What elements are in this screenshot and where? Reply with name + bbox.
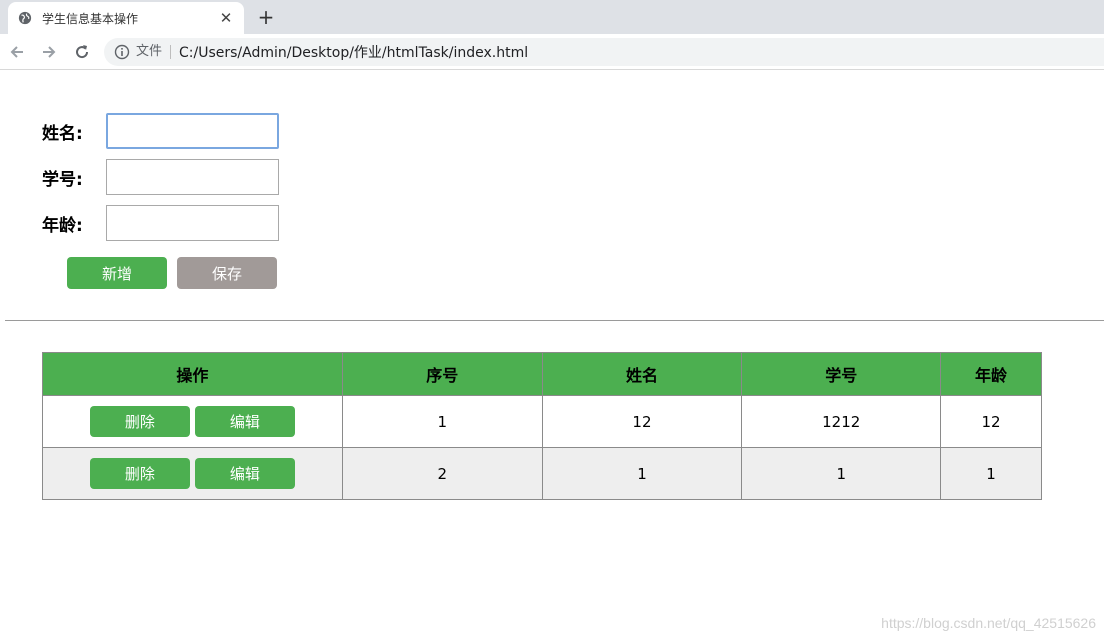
name-label: 姓名: xyxy=(42,123,83,144)
age-input[interactable] xyxy=(106,205,279,241)
table-row: 删除 编辑 1 12 1212 12 xyxy=(42,395,1042,448)
page-content: 姓名: 学号: 年龄: 新增 保存 操作 序号 姓名 学号 年龄 删除 编辑 1… xyxy=(0,71,1104,639)
student-id-label: 学号: xyxy=(42,169,83,190)
delete-button[interactable]: 删除 xyxy=(89,458,190,489)
add-button[interactable]: 新增 xyxy=(67,257,167,289)
arrow-left-icon xyxy=(10,46,23,58)
actions-cell: 删除 编辑 xyxy=(42,447,343,500)
index-cell: 1 xyxy=(341,395,543,448)
delete-button[interactable]: 删除 xyxy=(89,406,190,437)
name-cell: 1 xyxy=(541,447,743,500)
address-url[interactable]: C:/Users/Admin/Desktop/作业/htmlTask/index… xyxy=(179,42,528,62)
address-scheme: 文件 xyxy=(136,45,172,59)
header-student-id: 学号 xyxy=(741,352,942,396)
age-row: 年龄: xyxy=(42,205,279,241)
close-tab-icon[interactable]: ✕ xyxy=(218,10,234,26)
arrow-right-icon xyxy=(43,46,56,58)
name-cell: 12 xyxy=(541,395,743,448)
student-id-row: 学号: xyxy=(42,159,279,195)
forward-button[interactable] xyxy=(38,41,60,63)
table-row: 删除 编辑 2 1 1 1 xyxy=(42,447,1042,500)
address-bar[interactable]: 文件 C:/Users/Admin/Desktop/作业/htmlTask/in… xyxy=(104,38,1104,66)
edit-button[interactable]: 编辑 xyxy=(194,458,295,489)
age-cell: 1 xyxy=(940,447,1042,500)
reload-button[interactable] xyxy=(71,41,93,63)
browser-toolbar: 文件 C:/Users/Admin/Desktop/作业/htmlTask/in… xyxy=(0,34,1104,70)
student-id-cell: 1212 xyxy=(741,395,942,448)
age-label: 年龄: xyxy=(42,215,83,236)
info-icon[interactable] xyxy=(114,44,130,60)
name-row: 姓名: xyxy=(42,113,279,149)
tab-title: 学生信息基本操作 xyxy=(42,11,139,26)
header-actions: 操作 xyxy=(42,352,343,396)
student-id-cell: 1 xyxy=(741,447,942,500)
header-name: 姓名 xyxy=(541,352,743,396)
new-tab-button[interactable]: + xyxy=(254,6,278,28)
header-index: 序号 xyxy=(341,352,543,396)
actions-cell: 删除 编辑 xyxy=(42,395,343,448)
student-table: 操作 序号 姓名 学号 年龄 删除 编辑 1 12 1212 12 删除 编辑 … xyxy=(42,352,1042,500)
table-header-row: 操作 序号 姓名 学号 年龄 xyxy=(42,352,1042,396)
browser-tab-strip: 学生信息基本操作 ✕ + xyxy=(0,0,1104,34)
save-button[interactable]: 保存 xyxy=(177,257,277,289)
name-input[interactable] xyxy=(106,113,279,149)
reload-icon xyxy=(76,45,89,59)
watermark: https://blog.csdn.net/qq_42515626 xyxy=(881,615,1096,631)
age-cell: 12 xyxy=(940,395,1042,448)
edit-button[interactable]: 编辑 xyxy=(194,406,295,437)
header-age: 年龄 xyxy=(940,352,1042,396)
back-button[interactable] xyxy=(6,41,28,63)
index-cell: 2 xyxy=(341,447,543,500)
student-id-input[interactable] xyxy=(106,159,279,195)
globe-icon xyxy=(18,11,32,25)
divider xyxy=(5,320,1104,321)
browser-tab[interactable]: 学生信息基本操作 ✕ xyxy=(8,2,244,34)
